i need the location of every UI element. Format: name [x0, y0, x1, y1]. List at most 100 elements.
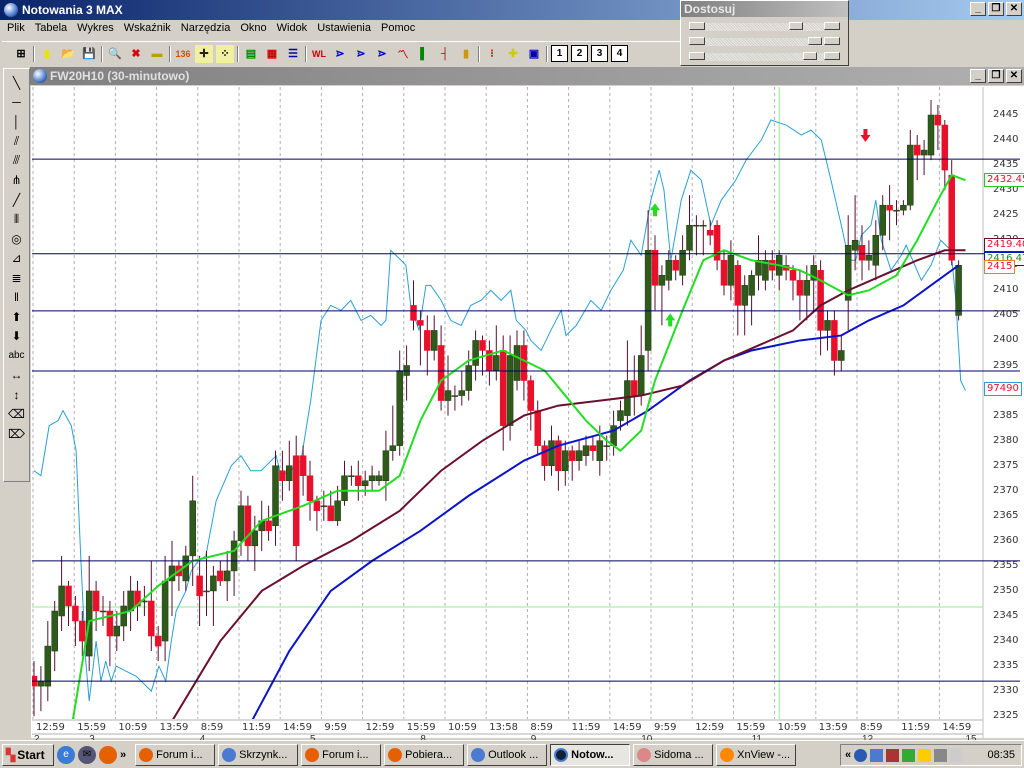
candle-bullish [223, 570, 231, 582]
task-forum-1[interactable]: Forum i... [135, 743, 216, 766]
candle-bearish [706, 229, 714, 236]
candle-bearish [72, 605, 79, 622]
outlook-icon [471, 747, 486, 762]
candle-bearish [410, 305, 417, 321]
candle-bullish [341, 475, 348, 502]
candle-bullish [548, 440, 555, 466]
candle-bearish [355, 475, 362, 486]
task-forum-2[interactable]: Forum i... [301, 743, 382, 766]
buy-arrow-icon [665, 313, 676, 327]
candle-bullish [617, 410, 624, 421]
thunderbird-icon[interactable]: ✉ [78, 745, 96, 764]
start-label: Start [17, 747, 45, 762]
candle-bullish [120, 605, 127, 627]
x-tick-label: 8:59 [200, 722, 224, 733]
candle-bullish [596, 440, 604, 461]
firefox-icon[interactable] [99, 745, 117, 764]
x-tick-label: 13:58 [489, 722, 519, 733]
candle-bearish [796, 280, 804, 296]
candle-bullish [644, 250, 652, 351]
adjust-slider-3[interactable] [689, 50, 840, 62]
candle-bullish [203, 590, 210, 593]
task-pobieranie[interactable]: Pobiera... [384, 743, 465, 766]
tray-bars-icon[interactable] [918, 748, 932, 762]
tray-security-icon[interactable] [886, 748, 900, 762]
ie-icon[interactable]: e [57, 745, 75, 764]
tray-app-icon[interactable] [902, 748, 916, 762]
candle-bullish [444, 390, 452, 401]
candle-bullish [893, 209, 900, 212]
task-label: Pobiera... [405, 748, 453, 761]
candle-bullish [368, 475, 376, 481]
y-tick-label: 2440 [993, 134, 1019, 146]
system-tray: « 08:35 [840, 744, 1022, 766]
candle-bearish [79, 620, 86, 642]
x-tick-label: 11:59 [571, 722, 601, 733]
x-tick-label: 11:59 [901, 722, 931, 733]
candle-bearish [858, 245, 866, 261]
candle-bearish [720, 260, 728, 286]
candle-bullish [230, 540, 238, 572]
candle-bullish [375, 475, 383, 481]
task-outlook[interactable]: Outlook ... [467, 743, 548, 766]
candle-bullish [803, 280, 811, 296]
task-sidoma[interactable]: Sidoma ... [633, 743, 714, 766]
quicklaunch-more[interactable]: » [120, 749, 126, 761]
candle-bearish [306, 475, 314, 502]
x-tick-label: 14:59 [612, 722, 642, 733]
task-label: Notow... [571, 748, 614, 761]
oscillator-line [33, 119, 966, 702]
tray-network-icon[interactable] [870, 748, 884, 762]
tray-mute-icon[interactable] [934, 748, 948, 762]
tray-usb-icon[interactable] [950, 748, 964, 762]
candle-bullish [658, 275, 666, 286]
adjust-slider-2[interactable] [689, 35, 840, 47]
candle-bearish [789, 270, 797, 281]
task-xnview[interactable]: XnView -... [716, 743, 797, 766]
xnview-icon [720, 747, 735, 762]
tray-globe-icon[interactable] [854, 748, 868, 762]
start-button[interactable]: ▚ Start [2, 743, 54, 766]
x-tick-label: 14:59 [942, 722, 972, 733]
candle-bullish [451, 395, 459, 397]
candle-bullish [99, 610, 107, 613]
candle-bearish [265, 520, 272, 532]
candle-bullish [389, 445, 397, 451]
firefox-icon [388, 747, 403, 762]
candle-bullish [865, 255, 873, 261]
candle-bearish [437, 345, 445, 401]
candle-bearish [417, 320, 424, 326]
y-tick-label: 2345 [993, 610, 1019, 621]
candle-bullish [872, 234, 880, 266]
candle-bullish [465, 365, 472, 391]
candle-bearish [672, 260, 679, 271]
y-tick-label: 2445 [993, 109, 1019, 120]
candle-bullish [44, 645, 52, 687]
candle-bearish [196, 575, 203, 597]
candle-bullish [189, 500, 196, 557]
y-tick-label: 2400 [993, 334, 1019, 346]
candle-bearish [244, 505, 252, 547]
price-chart [32, 87, 1020, 738]
task-label: Skrzynk... [239, 748, 288, 761]
adjust-slider-1[interactable] [689, 20, 840, 32]
x-tick-label: 15:59 [736, 722, 766, 733]
candle-bullish [838, 350, 845, 361]
candle-bullish [361, 480, 369, 486]
ma-fast-value: 2432.45 [984, 172, 1024, 187]
x-tick-label: 10:59 [777, 722, 807, 733]
candle-bullish [458, 390, 466, 396]
y-tick-label: 2385 [993, 409, 1019, 421]
x-tick-label: 10:59 [118, 722, 148, 733]
tray-expand[interactable]: « [845, 749, 851, 761]
y-tick-label: 2410 [993, 284, 1019, 296]
panel-title: Dostosuj [681, 1, 848, 17]
candle-bullish [286, 465, 293, 481]
x-tick-label: 9:59 [654, 722, 677, 733]
candle-bullish [113, 625, 121, 637]
task-skrzynka[interactable]: Skrzynk... [218, 743, 299, 766]
task-label: Forum i... [156, 748, 203, 761]
task-notowania[interactable]: Notow... [550, 743, 631, 766]
candle-bearish [831, 320, 838, 361]
ma-fast-line [71, 173, 966, 719]
